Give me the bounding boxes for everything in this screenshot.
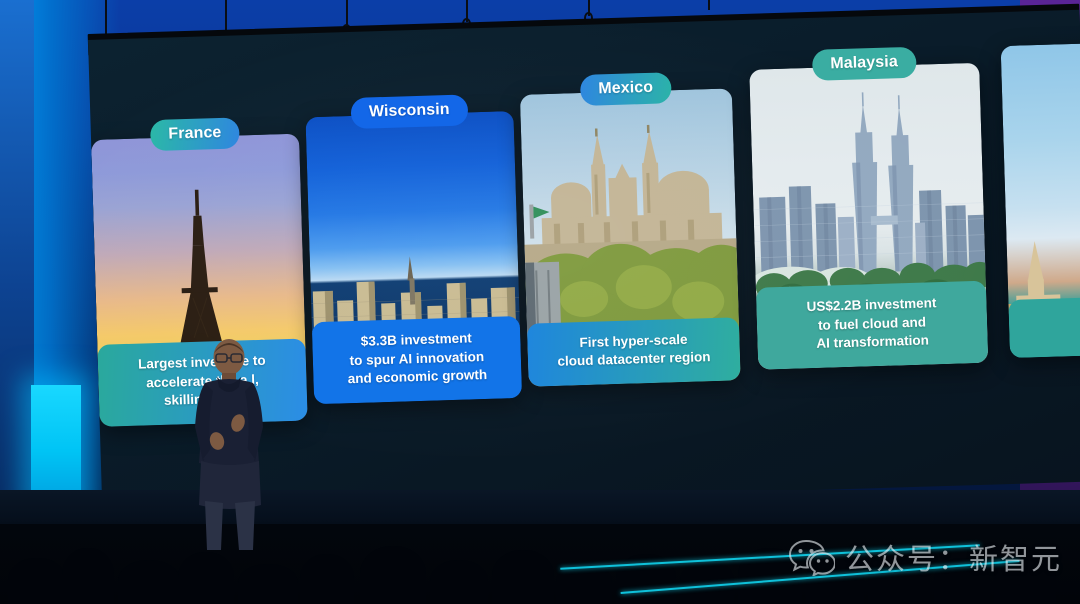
card-caption-mexico: First hyper-scale cloud datacenter regio… [526, 317, 741, 387]
card-pill-france: France [149, 117, 240, 152]
card-frame-mexico: First hyper-scale cloud datacenter regio… [519, 88, 741, 387]
card-caption-partial [1008, 296, 1080, 358]
speaker-figure [195, 339, 263, 550]
card-partial[interactable] [1000, 24, 1080, 358]
card-frame-malaysia: US$2.2B investment to fuel cloud and AI … [749, 62, 989, 370]
card-frame-wisconsin: $3.3B investment to spur AI innovation a… [305, 111, 523, 405]
card-pill-malaysia: Malaysia [811, 46, 917, 81]
card-caption-malaysia: US$2.2B investment to fuel cloud and AI … [755, 280, 989, 370]
card-mexico[interactable]: Mexico First hyper-scale cloud datacente… [519, 70, 741, 387]
stage-light-strip [31, 385, 81, 505]
watermark: 公众号：新智元 [788, 536, 1062, 578]
wall-panel-left [0, 0, 34, 520]
card-wisconsin[interactable]: Wisconsin $3.3B investment to spur AI in… [305, 93, 523, 405]
card-caption-wisconsin: $3.3B investment to spur AI innovation a… [311, 316, 523, 405]
card-malaysia[interactable]: Malaysia US$2.2B investment to fuel clou… [749, 45, 989, 370]
card-pill-wisconsin: Wisconsin [350, 94, 469, 129]
watermark-text: 公众号：新智元 [844, 544, 1062, 576]
card-pill-mexico: Mexico [579, 72, 672, 106]
card-frame-partial [1000, 42, 1080, 358]
wechat-icon [788, 539, 835, 576]
keynote-stage-scene: France Largest investme to accelerate th… [0, 0, 1080, 604]
